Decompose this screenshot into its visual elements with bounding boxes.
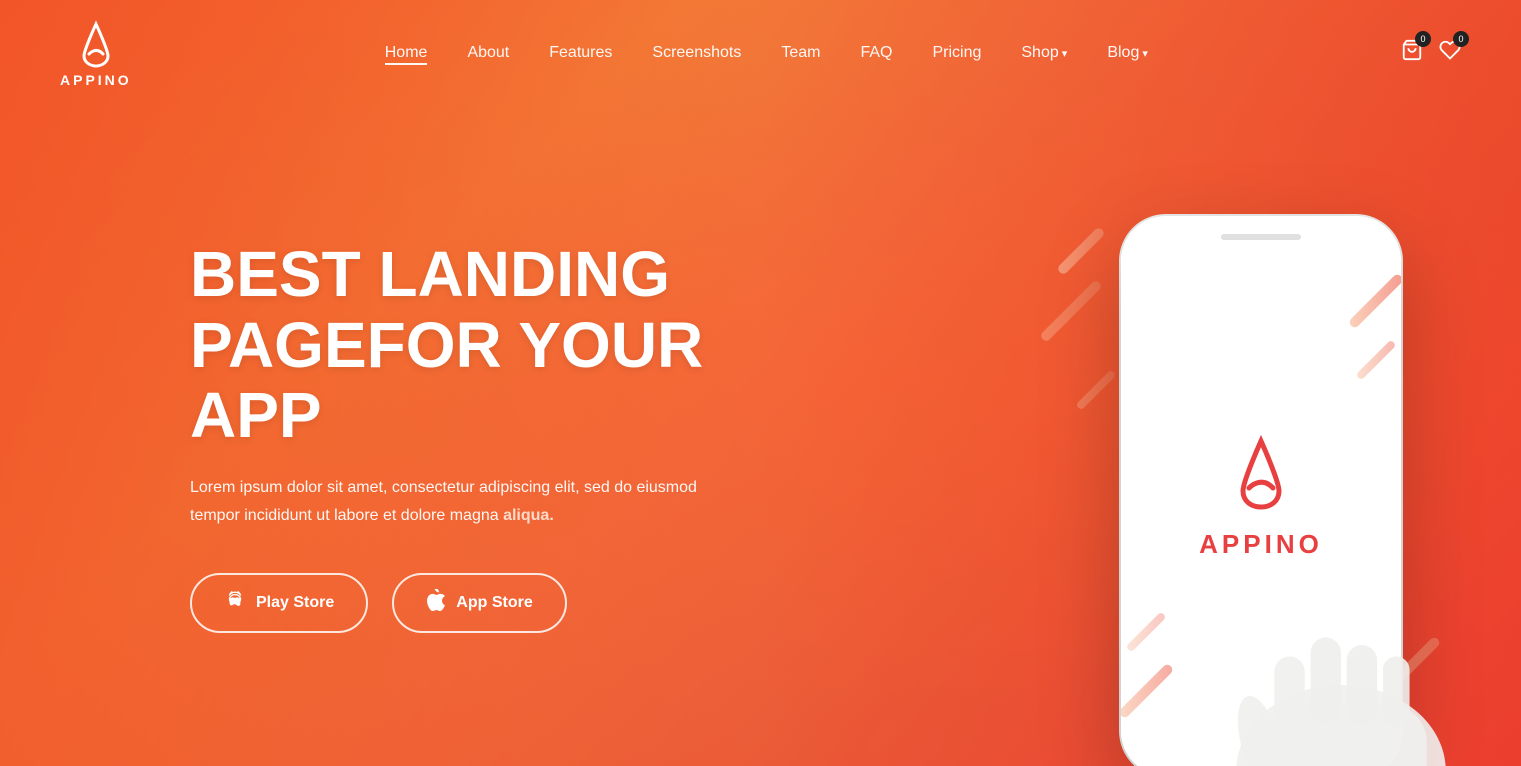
nav-link-blog[interactable]: Blog bbox=[1107, 44, 1148, 61]
cart-button[interactable]: 0 bbox=[1401, 39, 1423, 67]
hero-content: BEST LANDING PAGEFOR YOUR APP Lorem ipsu… bbox=[0, 106, 1521, 766]
hero-desc-plain: Lorem ipsum dolor sit amet, consectetur … bbox=[190, 479, 697, 523]
hero-description: Lorem ipsum dolor sit amet, consectetur … bbox=[190, 474, 730, 528]
cart-badge: 0 bbox=[1415, 31, 1431, 47]
nav-link-faq[interactable]: FAQ bbox=[860, 44, 892, 61]
apple-icon bbox=[426, 589, 446, 617]
android-svg bbox=[224, 589, 246, 611]
app-store-label: App Store bbox=[456, 594, 532, 612]
app-store-button[interactable]: App Store bbox=[392, 573, 566, 633]
nav-item-home[interactable]: Home bbox=[385, 44, 428, 62]
logo[interactable]: APPINO bbox=[60, 18, 132, 88]
hero-desc-highlight: aliqua. bbox=[503, 507, 554, 524]
hand-illustration bbox=[1201, 466, 1481, 766]
nav-item-faq[interactable]: FAQ bbox=[860, 44, 892, 62]
nav-actions: 0 0 bbox=[1401, 39, 1461, 67]
nav-item-shop[interactable]: Shop bbox=[1021, 44, 1067, 62]
logo-svg bbox=[70, 18, 122, 70]
nav-item-blog[interactable]: Blog bbox=[1107, 44, 1148, 62]
nav-link-about[interactable]: About bbox=[467, 44, 509, 61]
nav-link-pricing[interactable]: Pricing bbox=[932, 44, 981, 61]
hero-title-line2: PAGEFOR YOUR APP bbox=[190, 309, 703, 451]
nav-item-about[interactable]: About bbox=[467, 44, 509, 62]
phone-mockup: APPINO bbox=[1041, 186, 1461, 766]
wishlist-badge: 0 bbox=[1453, 31, 1469, 47]
hero-title-line1: BEST LANDING bbox=[190, 238, 670, 310]
nav-item-pricing[interactable]: Pricing bbox=[932, 44, 981, 62]
navbar: APPINO Home About Features Screenshots T… bbox=[0, 0, 1521, 106]
nav-link-team[interactable]: Team bbox=[781, 44, 820, 61]
android-icon bbox=[224, 589, 246, 617]
nav-item-features[interactable]: Features bbox=[549, 44, 612, 62]
play-store-button[interactable]: Play Store bbox=[190, 573, 368, 633]
apple-svg bbox=[426, 589, 446, 611]
hero-text-block: BEST LANDING PAGEFOR YOUR APP Lorem ipsu… bbox=[190, 239, 810, 633]
play-store-label: Play Store bbox=[256, 594, 334, 612]
phone-notch bbox=[1221, 234, 1301, 240]
nav-link-features[interactable]: Features bbox=[549, 44, 612, 61]
nav-item-screenshots[interactable]: Screenshots bbox=[652, 44, 741, 62]
nav-link-shop[interactable]: Shop bbox=[1021, 44, 1067, 61]
nav-link-home[interactable]: Home bbox=[385, 44, 428, 65]
nav-links: Home About Features Screenshots Team FAQ… bbox=[385, 44, 1148, 62]
wishlist-button[interactable]: 0 bbox=[1439, 39, 1461, 67]
hero-section: APPINO Home About Features Screenshots T… bbox=[0, 0, 1521, 766]
hero-title: BEST LANDING PAGEFOR YOUR APP bbox=[190, 239, 810, 450]
logo-text: APPINO bbox=[60, 72, 132, 88]
cta-button-group: Play Store App Store bbox=[190, 573, 810, 633]
nav-item-team[interactable]: Team bbox=[781, 44, 820, 62]
nav-link-screenshots[interactable]: Screenshots bbox=[652, 44, 741, 61]
